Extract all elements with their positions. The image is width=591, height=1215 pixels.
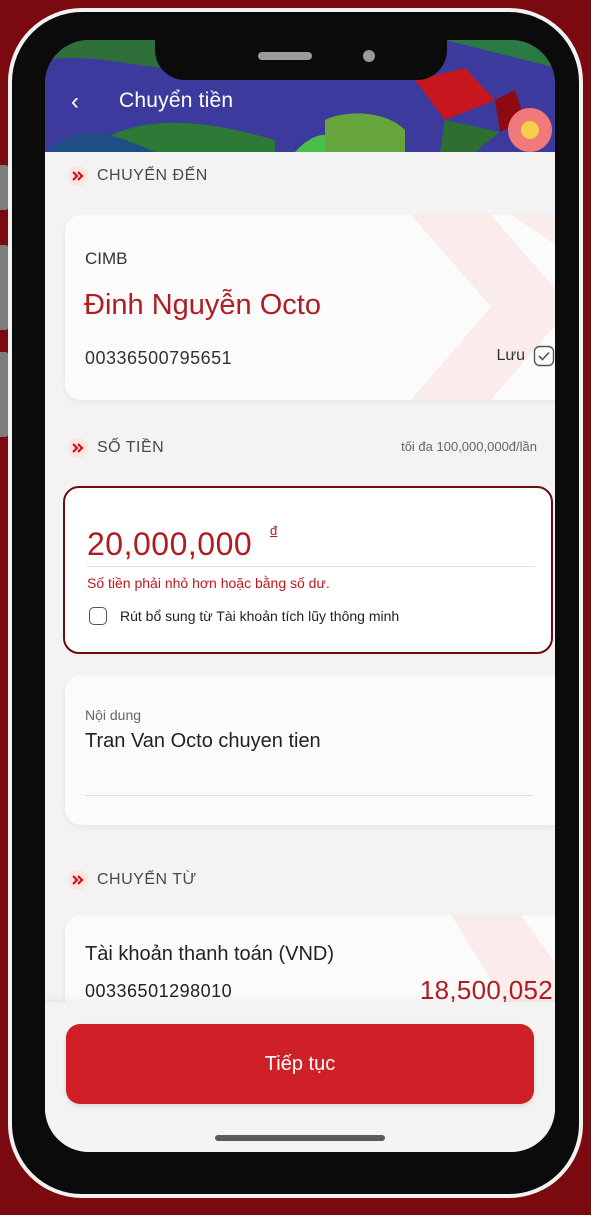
speaker-icon	[258, 52, 312, 60]
divider	[85, 795, 533, 796]
continue-button[interactable]: Tiếp tục	[66, 1024, 534, 1104]
recipient-card: CIMB Đinh Nguyễn Octo 00336500795651 Lưu	[65, 215, 555, 400]
amount-card: 20,000,000 đ Số tiền phải nhỏ hơn hoặc b…	[63, 486, 553, 654]
currency-symbol: đ	[270, 523, 278, 538]
section-to-label: CHUYỂN ĐẾN	[97, 167, 208, 184]
note-label: Nội dung	[85, 707, 142, 723]
card-decoration	[411, 215, 555, 400]
phone-notch	[155, 40, 447, 80]
section-from: CHUYỂN TỪ	[67, 869, 197, 891]
checkbox-checked-icon	[533, 345, 555, 367]
save-label: Lưu	[496, 347, 525, 364]
double-chevron-icon	[68, 870, 88, 890]
source-account-number: 00336501298010	[85, 981, 233, 1001]
section-from-label: CHUYỂN TỪ	[97, 871, 197, 888]
section-amount: SỐ TIỀN	[67, 437, 164, 459]
note-card: Nội dung Tran Van Octo chuyen tien	[65, 675, 555, 825]
home-indicator	[215, 1135, 385, 1141]
amount-input[interactable]: 20,000,000	[87, 526, 252, 563]
section-to: CHUYỂN ĐẾN	[67, 165, 208, 187]
amount-limit: tối đa 100,000,000đ/lần	[401, 439, 537, 454]
save-recipient-toggle[interactable]: Lưu	[496, 345, 555, 367]
amount-error: Số tiền phải nhỏ hơn hoặc bằng số dư.	[87, 575, 330, 591]
topup-label[interactable]: Rút bổ sung từ Tài khoản tích lũy thông …	[120, 608, 399, 624]
back-button[interactable]: ‹	[71, 88, 79, 116]
double-chevron-icon	[68, 166, 88, 186]
chevron-left-icon: ‹	[71, 88, 79, 115]
bottom-action-bar: Tiếp tục	[45, 1002, 555, 1152]
topup-checkbox[interactable]	[89, 607, 107, 625]
recipient-name: Đinh Nguyễn Octo	[84, 289, 321, 321]
page-title: Chuyển tiền	[119, 89, 234, 112]
recipient-account: 00336500795651	[85, 348, 233, 368]
divider	[87, 566, 535, 567]
double-chevron-icon	[68, 438, 88, 458]
note-input[interactable]: Tran Van Octo chuyen tien	[85, 730, 321, 753]
recipient-bank: CIMB	[85, 249, 128, 268]
source-account-name: Tài khoản thanh toán (VND)	[85, 943, 335, 965]
camera-icon	[363, 50, 375, 62]
app-screen: ‹ Chuyển tiền CHUYỂN ĐẾN CIMB Đinh Nguyễ…	[45, 40, 555, 1152]
section-amount-label: SỐ TIỀN	[97, 439, 165, 456]
